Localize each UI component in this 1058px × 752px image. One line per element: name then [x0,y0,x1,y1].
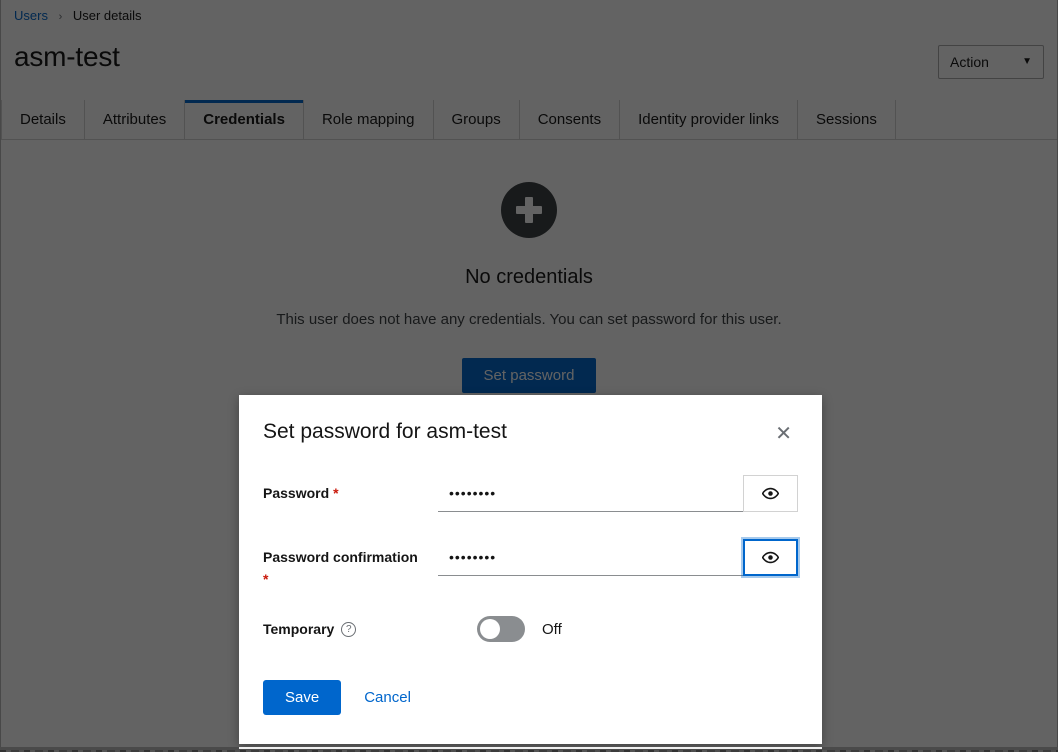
password-confirmation-field-row: Password confirmation * [263,539,798,589]
required-marker: * [333,485,339,501]
temporary-label: Temporary ? [263,621,438,637]
modal-title: Set password for asm-test [263,420,507,443]
password-input-group [438,475,798,512]
help-circle-icon[interactable]: ? [341,621,357,637]
temporary-row: Temporary ? Off [263,616,798,642]
required-marker: * [263,571,269,587]
eye-icon-toggle-password-confirmation[interactable] [743,539,798,576]
clipped-modal-edge [239,747,822,749]
toggle-knob [480,619,500,639]
modal-header: Set password for asm-test ✕ [263,395,798,448]
modal-body: Password* Password confirmation* [263,448,798,642]
password-confirmation-input-group [438,539,798,576]
temporary-toggle-state: Off [542,620,562,638]
password-confirmation-input[interactable] [438,539,743,576]
password-label: Password * [263,475,438,503]
close-icon[interactable]: ✕ [769,420,798,448]
modal-footer: Save Cancel [263,642,798,715]
password-label-text: Password [263,485,330,501]
clipped-bottom-strip [0,747,1058,752]
cancel-button[interactable]: Cancel [358,688,417,707]
password-confirmation-label-text: Password confirmation [263,549,418,565]
screen-root: Users › User details asm-test Action ▼ D… [0,0,1058,752]
eye-icon-toggle-password[interactable] [743,475,798,512]
save-button[interactable]: Save [263,680,342,715]
temporary-label-text: Temporary [263,621,335,637]
password-confirmation-label: Password confirmation * [263,539,438,589]
eye-icon [762,551,779,564]
set-password-modal: Set password for asm-test ✕ Password * •… [239,395,822,744]
password-input[interactable] [438,475,743,512]
temporary-toggle-switch[interactable] [477,616,525,642]
eye-icon [762,487,779,500]
password-field-row: Password * [263,475,798,512]
